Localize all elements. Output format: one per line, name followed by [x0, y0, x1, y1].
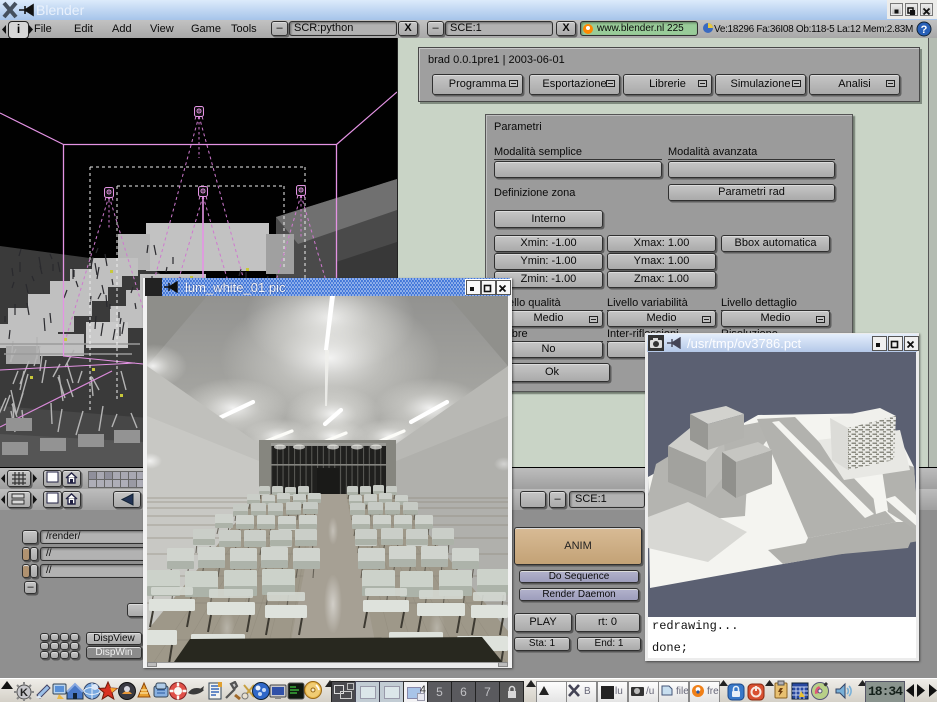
svg-text:?: ?	[921, 24, 928, 36]
svg-text:K: K	[20, 687, 28, 699]
